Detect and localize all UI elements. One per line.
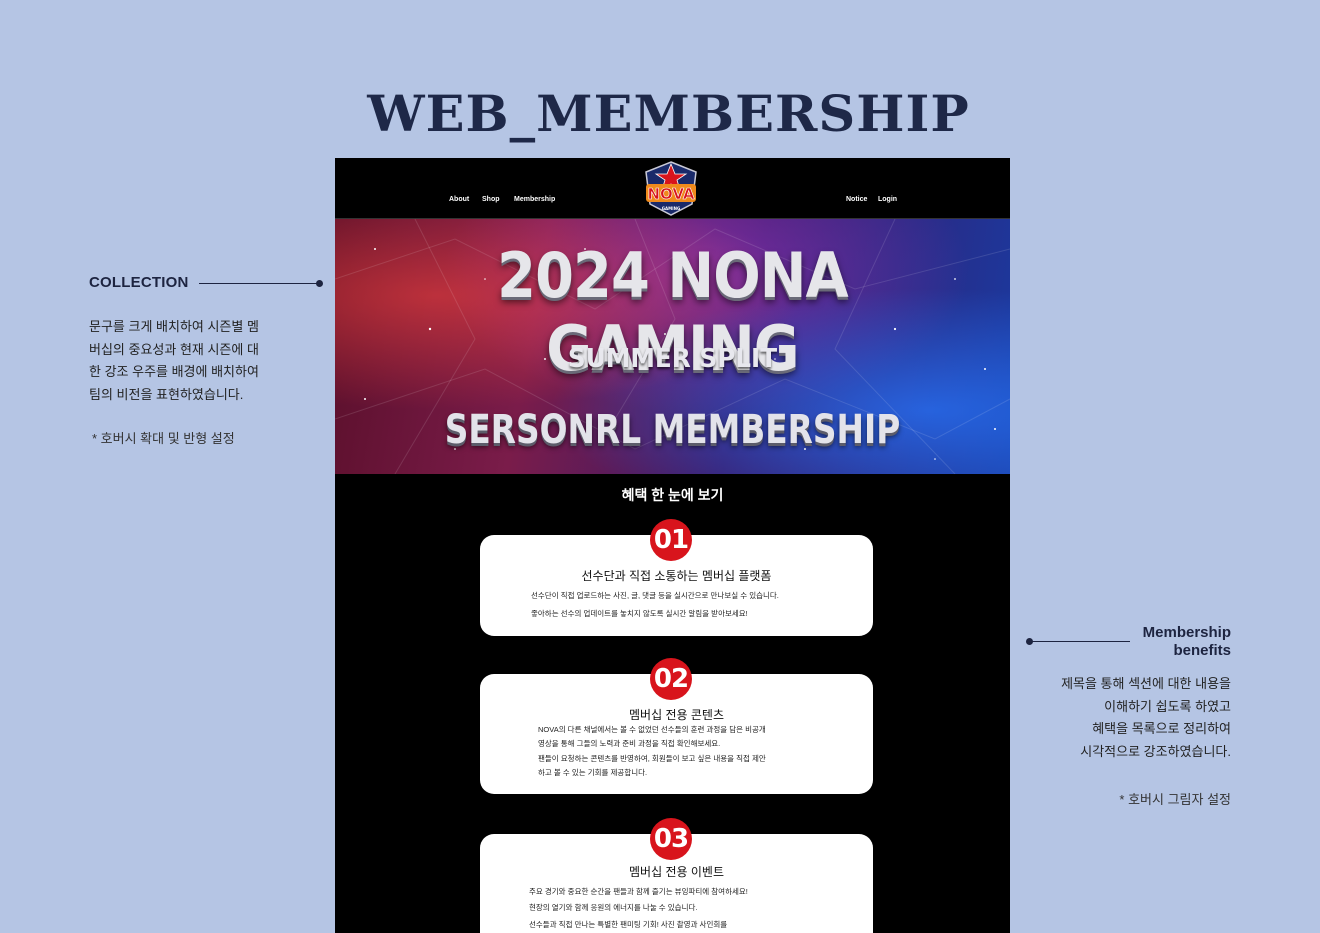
- benefit-card[interactable]: 01 선수단과 직접 소통하는 멤버십 플랫폼 선수단이 직접 업로드하는 사진…: [480, 519, 873, 636]
- benefit-line: 좋아하는 선수의 업데이트를 놓치지 않도록 실시간 알림을 받아보세요!: [531, 609, 748, 618]
- annotation-title: COLLECTION: [89, 274, 189, 291]
- site-nav: About Shop Membership NOVA GAMING Notice…: [335, 158, 1010, 218]
- page-title: WEB_MEMBERSHIP: [367, 84, 970, 143]
- logo-badge-text: GAMING: [662, 206, 680, 211]
- annotation-description-line: 한 강조 우주를 배경에 배치하여: [89, 364, 259, 379]
- benefit-title: 선수단과 직접 소통하는 멤버십 플랫폼: [581, 569, 772, 583]
- annotation-description-line: 이해하기 쉽도록 하였고: [1104, 698, 1231, 714]
- annotation-description: 제목을 통해 섹션에 대한 내용을 이해하기 쉽도록 하였고 혜택을 목록으로 …: [1020, 673, 1231, 763]
- benefit-line: 현장의 열기와 함께 응원의 에너지를 나눌 수 있습니다.: [529, 903, 698, 912]
- logo-emblem-icon: NOVA GAMING: [645, 161, 697, 216]
- annotation-note: * 호버시 확대 및 반형 설정: [92, 431, 235, 446]
- annotation-title-line: benefits: [1173, 642, 1231, 659]
- annotation-description-line: 팀의 비전을 표현하였습니다.: [89, 386, 244, 402]
- annotation-note: * 호버시 그림자 설정: [1119, 792, 1231, 807]
- nav-login[interactable]: Login: [878, 196, 897, 203]
- benefit-card[interactable]: 03 멤버십 전용 이벤트 주요 경기와 중요한 순간을 팬들과 함께 즐기는 …: [480, 818, 873, 933]
- hero-membership-title: SERSONRL MEMBERSHIP: [444, 407, 901, 453]
- benefit-title: 멤버십 전용 콘텐츠: [629, 708, 724, 722]
- benefit-line: 팬들이 요청하는 콘텐츠를 반영하여, 회원들이 보고 싶은 내용을 직접 제안: [538, 754, 766, 763]
- annotation-description: 문구를 크게 배치하여 시즌별 멤 버십의 중요성과 현재 시즌에 대 한 강조…: [89, 316, 299, 406]
- nova-logo[interactable]: NOVA GAMING: [640, 160, 702, 216]
- logo-text: NOVA: [647, 185, 694, 203]
- annotation-leader-line: [199, 283, 317, 284]
- annotation-description-line: 혜택을 목록으로 정리하여: [1092, 721, 1231, 736]
- benefit-line: 하고 볼 수 있는 기회를 제공합니다.: [538, 768, 648, 777]
- benefit-title: 멤버십 전용 이벤트: [629, 865, 724, 879]
- benefit-number-badge: 03: [650, 818, 692, 860]
- annotation-description-line: 문구를 크게 배치하여 시즌별 멤: [89, 319, 259, 334]
- annotation-description-line: 제목을 통해 섹션에 대한 내용을: [1061, 676, 1231, 691]
- annotation-title: Membership benefits: [1020, 624, 1231, 660]
- annotation-description-line: 버십의 중요성과 현재 시즌에 대: [89, 341, 259, 357]
- benefit-line: 선수들과 직접 만나는 특별한 팬미팅 기회! 사진 촬영과 사인회를: [529, 920, 728, 929]
- nav-shop[interactable]: Shop: [482, 196, 500, 203]
- benefit-card[interactable]: 02 멤버십 전용 콘텐츠 NOVA의 다른 채널에서는 볼 수 없었던 선수들…: [480, 658, 873, 794]
- annotation-title-line: Membership: [1142, 624, 1231, 641]
- annotation-leader-line: [1030, 641, 1130, 642]
- annotation-dot: [316, 280, 323, 287]
- hero-subtitle: SUMMER SPLIT: [567, 344, 778, 374]
- hero-banner[interactable]: 2024 NONA GAMING SUMMER SPLIT SERSONRL M…: [335, 219, 1010, 474]
- benefit-line: 주요 경기와 중요한 순간을 팬들과 함께 즐기는 뷰잉파티에 참여하세요!: [529, 887, 748, 896]
- website-mockup: About Shop Membership NOVA GAMING Notice…: [335, 158, 1010, 933]
- benefit-line: NOVA의 다른 채널에서는 볼 수 없었던 선수들의 훈련 과정을 담은 비공…: [538, 725, 766, 734]
- annotation-description-line: 시각적으로 강조하였습니다.: [1080, 743, 1231, 759]
- nav-notice[interactable]: Notice: [846, 196, 867, 203]
- benefit-line: 선수단이 직접 업로드하는 사진, 글, 댓글 등을 실시간으로 만나보실 수 …: [531, 591, 779, 600]
- benefits-heading: 혜택 한 눈에 보기: [621, 487, 724, 503]
- nav-membership[interactable]: Membership: [514, 196, 555, 203]
- benefit-number-badge: 01: [650, 519, 692, 561]
- annotation-membership-benefits: Membership benefits 제목을 통해 섹션에 대한 내용을 이해…: [1020, 624, 1231, 808]
- annotation-collection: COLLECTION 문구를 크게 배치하여 시즌별 멤 버십의 중요성과 현재…: [89, 274, 323, 447]
- nav-about[interactable]: About: [449, 196, 469, 203]
- benefit-line: 영상을 통해 그들의 노력과 준비 과정을 직접 확인해보세요.: [538, 739, 721, 748]
- benefit-number-badge: 02: [650, 658, 692, 700]
